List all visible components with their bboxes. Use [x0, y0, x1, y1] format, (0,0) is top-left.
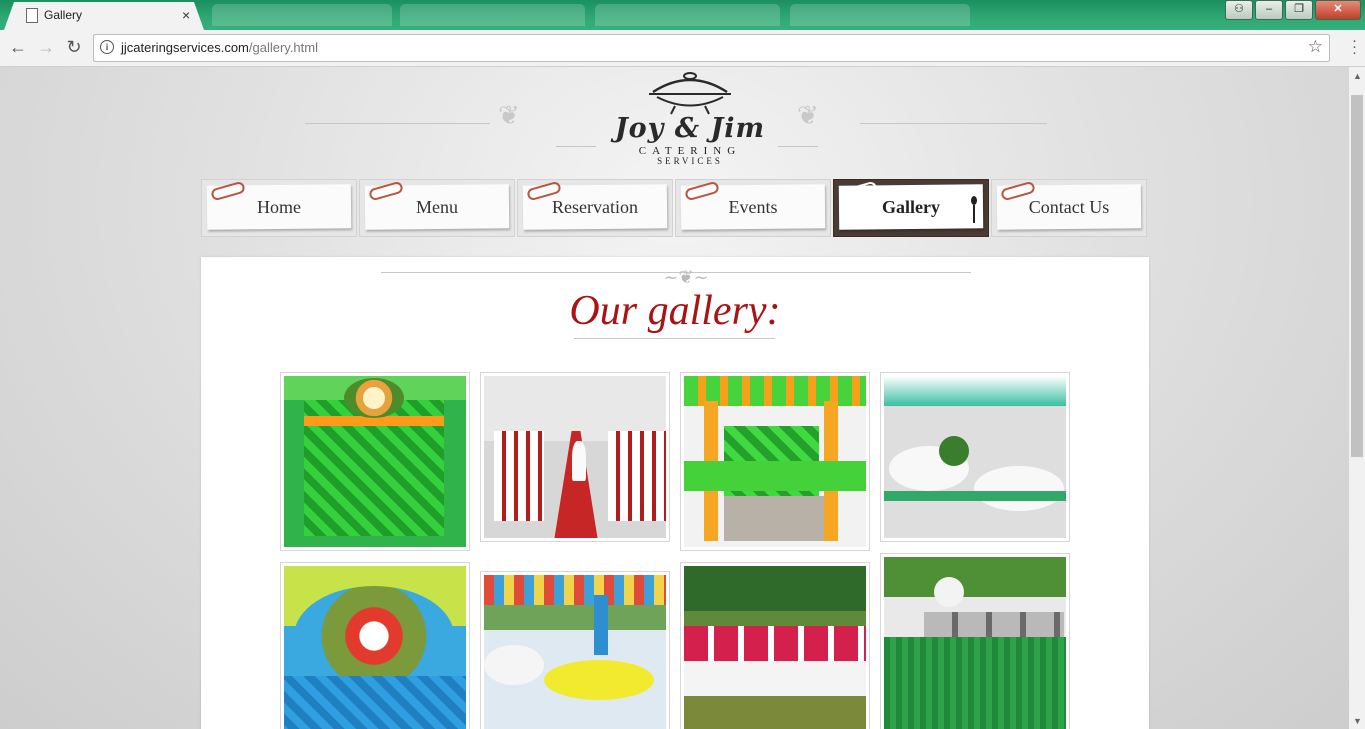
header-divider-small-right	[778, 146, 818, 147]
browser-tab-gallery[interactable]: Gallery ×	[4, 2, 204, 30]
gallery-photo[interactable]	[280, 562, 470, 729]
nav-gallery[interactable]: Gallery	[833, 179, 989, 237]
browser-tab-background[interactable]	[595, 4, 780, 26]
page-viewport: ❦ ❦ Joy & Jim CATERING SERVICES Home Men…	[0, 67, 1349, 729]
tab-title: Gallery	[44, 8, 83, 22]
browser-tab-background[interactable]	[212, 4, 392, 26]
nav-label: Events	[728, 197, 778, 217]
site-info-icon[interactable]: i	[100, 40, 114, 54]
logo-script-name: Joy & Jim	[614, 113, 766, 144]
main-navigation: Home Menu Reservation Events Gallery Con…	[201, 179, 1149, 237]
flourish-ornament: ~❦~	[663, 267, 709, 288]
nav-reservation[interactable]: Reservation	[517, 179, 673, 237]
scrollbar-thumb[interactable]	[1351, 95, 1363, 457]
window-minimize-button[interactable]: –	[1255, 0, 1283, 20]
browser-tab-background[interactable]	[790, 4, 970, 26]
window-user-icon[interactable]: ⚇	[1225, 0, 1253, 20]
header-divider-left	[305, 123, 490, 124]
scroll-up-icon[interactable]: ▲	[1353, 71, 1362, 81]
browser-toolbar: ← → ↻ i jjcateringservices.com/gallery.h…	[0, 30, 1365, 67]
spoon-icon	[971, 196, 977, 223]
gallery-photo[interactable]	[480, 571, 670, 729]
page-scrollbar[interactable]: ▲ ▼	[1349, 67, 1365, 729]
window-controls: ⚇ – ❐ ✕	[1225, 0, 1361, 20]
photo-buffet	[884, 557, 1066, 729]
nav-menu[interactable]: Menu	[359, 179, 515, 237]
photo-garden-tables	[484, 575, 666, 729]
nav-label: Gallery	[882, 197, 940, 217]
header-divider-right	[860, 123, 1047, 124]
gallery-content-panel: ~❦~ Our gallery:	[201, 257, 1149, 729]
photo-tent-reception	[884, 376, 1066, 538]
scroll-down-icon[interactable]: ▼	[1353, 716, 1362, 726]
reload-icon[interactable]: ↻	[64, 37, 84, 58]
nav-label: Contact Us	[1028, 197, 1110, 217]
nav-events[interactable]: Events	[675, 179, 831, 237]
gallery-photo[interactable]	[880, 553, 1070, 729]
browser-menu-icon[interactable]: · · ·	[1352, 33, 1357, 60]
site-logo[interactable]: Joy & Jim CATERING SERVICES	[600, 67, 780, 172]
forward-icon[interactable]: →	[36, 37, 56, 58]
back-icon[interactable]: ←	[8, 37, 28, 58]
nav-contact-us[interactable]: Contact Us	[991, 179, 1147, 237]
gallery-photo[interactable]	[680, 562, 870, 729]
photo-outdoor-red-tables	[684, 566, 866, 729]
gallery-photo[interactable]	[880, 372, 1070, 542]
logo-services-text: SERVICES	[657, 156, 723, 166]
page-icon	[26, 8, 38, 23]
page-title: Our gallery:	[569, 288, 781, 334]
tab-close-icon[interactable]: ×	[182, 7, 190, 23]
bookmark-star-icon[interactable]: ☆	[1308, 37, 1323, 57]
swirl-ornament-right: ❦	[797, 101, 819, 131]
swirl-ornament-left: ❦	[498, 101, 520, 131]
window-maximize-button[interactable]: ❐	[1285, 0, 1313, 20]
address-bar[interactable]: i jjcateringservices.com/gallery.html ☆	[93, 34, 1330, 62]
address-url[interactable]: jjcateringservices.com/gallery.html	[121, 40, 318, 55]
nav-label: Home	[257, 197, 301, 217]
nav-label: Reservation	[552, 197, 638, 217]
heading-underline	[574, 338, 775, 339]
browser-tab-background[interactable]	[400, 4, 585, 26]
gallery-photo[interactable]	[680, 372, 870, 551]
photo-green-table	[284, 376, 466, 547]
chafing-dish-icon	[649, 72, 731, 115]
header-divider-small-left	[556, 146, 596, 147]
nav-home[interactable]: Home	[201, 179, 357, 237]
photo-stage-arch	[684, 376, 866, 547]
gallery-photo[interactable]	[280, 372, 470, 551]
photo-wedding-aisle	[484, 376, 666, 538]
window-close-button[interactable]: ✕	[1315, 0, 1361, 20]
browser-tab-strip: Gallery × ⚇ – ❐ ✕	[0, 0, 1365, 30]
gallery-photo[interactable]	[480, 372, 670, 542]
nav-label: Menu	[416, 197, 458, 217]
photo-blue-table	[284, 566, 466, 729]
